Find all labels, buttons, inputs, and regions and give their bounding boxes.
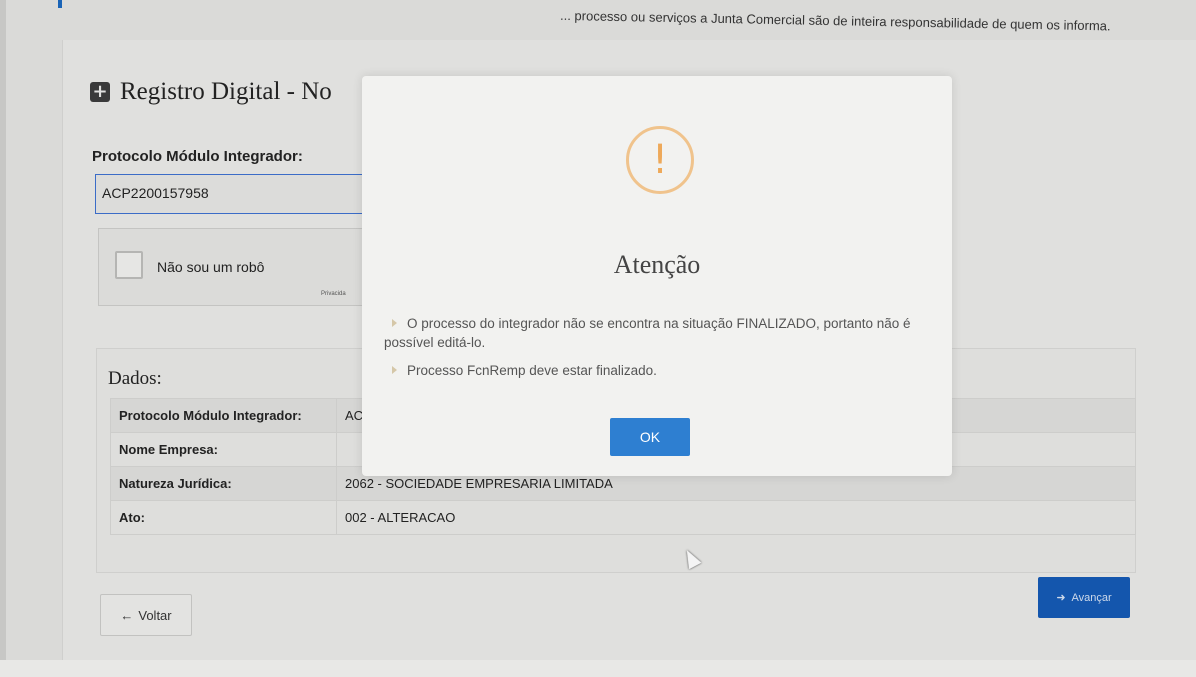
bullet-icon xyxy=(392,366,397,374)
dialog-message-text: Processo FcnRemp deve estar finalizado. xyxy=(407,363,657,378)
arrow-right-icon: ➜ xyxy=(1056,592,1066,604)
dialog-title: Atenção xyxy=(613,250,701,279)
dialog-message: Processo FcnRemp deve estar finalizado. xyxy=(384,361,934,380)
ok-button[interactable]: OK xyxy=(610,418,690,456)
left-accent xyxy=(58,0,62,8)
next-button[interactable]: ➜ Avançar xyxy=(1038,577,1130,618)
monitor-bezel xyxy=(0,660,1196,677)
page-title: + Registro Digital - No xyxy=(90,78,332,106)
next-button-label: Avançar xyxy=(1071,591,1112,604)
protocol-input[interactable]: ACP2200157958 xyxy=(95,174,385,214)
recaptcha-widget: Não sou um robô reC Privacida xyxy=(98,228,388,306)
table-row: Ato: 002 - ALTERACAO xyxy=(110,500,1136,535)
protocol-label: Protocolo Módulo Integrador: xyxy=(92,148,303,165)
row-key: Ato: xyxy=(110,500,337,535)
back-button[interactable]: ← Voltar xyxy=(100,594,192,636)
alert-dialog: ! Atenção O processo do integrador não s… xyxy=(362,76,952,476)
page-title-text: Registro Digital - No xyxy=(120,78,332,105)
row-key: Nome Empresa: xyxy=(110,432,337,467)
dialog-message-text: O processo do integrador não se encontra… xyxy=(384,316,911,350)
bullet-icon xyxy=(392,319,397,327)
warning-icon: ! xyxy=(626,126,694,194)
plus-icon: + xyxy=(90,82,110,102)
arrow-left-icon: ← xyxy=(120,607,134,623)
row-key: Protocolo Módulo Integrador: xyxy=(110,398,337,433)
dialog-message: O processo do integrador não se encontra… xyxy=(384,314,934,352)
recaptcha-privacy-link[interactable]: Privacida xyxy=(321,291,346,297)
row-key: Natureza Jurídica: xyxy=(110,466,337,501)
recaptcha-checkbox[interactable] xyxy=(115,251,143,279)
row-value: 002 - ALTERACAO xyxy=(336,500,1136,535)
recaptcha-label: Não sou um robô xyxy=(157,259,265,275)
data-heading: Dados: xyxy=(108,368,162,389)
back-button-label: Voltar xyxy=(138,607,172,623)
